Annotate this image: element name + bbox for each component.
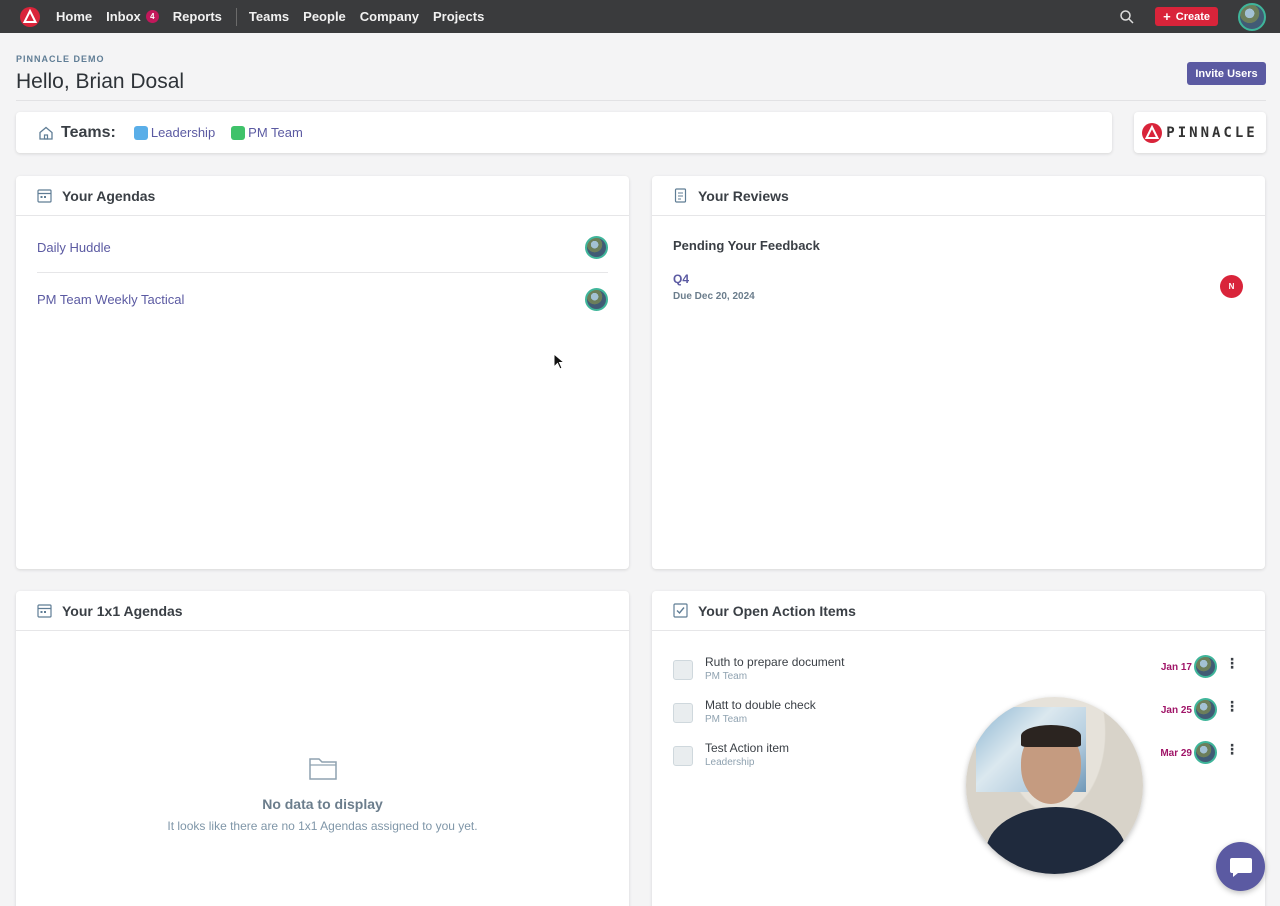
pinnacle-logo-icon[interactable] — [20, 6, 40, 27]
create-button[interactable]: + Create — [1155, 7, 1218, 26]
action-item-team: PM Team — [705, 714, 748, 725]
action-item-title[interactable]: Test Action item — [705, 741, 789, 755]
reviewer-initial-badge: N — [1220, 275, 1243, 298]
card-header: Your 1x1 Agendas — [16, 591, 629, 631]
team-chip-pm-team[interactable]: PM Team — [231, 125, 303, 140]
card-header: Your Open Action Items — [652, 591, 1265, 631]
nav-reports[interactable]: Reports — [173, 9, 222, 24]
search-icon[interactable] — [1119, 9, 1135, 25]
nav-teams[interactable]: Teams — [249, 9, 289, 24]
section-label: Pending Your Feedback — [673, 238, 820, 253]
checkbox-icon — [673, 603, 688, 618]
action-item-row: Test Action item Leadership Mar 29 ⋮ — [673, 741, 1243, 781]
plus-icon: + — [1163, 9, 1171, 24]
teams-bar: Teams: Leadership PM Team — [16, 112, 1112, 153]
avatar — [585, 235, 608, 259]
agenda-row[interactable]: Daily Huddle — [37, 221, 608, 273]
action-items-card: Your Open Action Items Ruth to prepare d… — [652, 591, 1265, 906]
action-item-row: Ruth to prepare document PM Team Jan 17 … — [673, 655, 1243, 695]
home-icon — [39, 126, 53, 140]
card-title: Your 1x1 Agendas — [62, 602, 183, 619]
action-item-due-date: Mar 29 — [1160, 748, 1192, 759]
agenda-row[interactable]: PM Team Weekly Tactical — [37, 273, 608, 325]
avatar — [585, 287, 608, 311]
review-link[interactable]: Q4 — [673, 272, 689, 286]
logo-text: PINNACLE — [1166, 124, 1258, 141]
org-label: PINNACLE DEMO — [16, 54, 105, 64]
inbox-count-badge: 4 — [145, 10, 159, 23]
agenda-link[interactable]: Daily Huddle — [37, 240, 111, 255]
action-item-due-date: Jan 25 — [1160, 705, 1192, 716]
avatar — [1194, 655, 1217, 678]
nav-home[interactable]: Home — [56, 9, 92, 24]
folder-icon — [309, 758, 337, 780]
action-item-title[interactable]: Ruth to prepare document — [705, 655, 844, 669]
pinnacle-logo-icon — [1142, 122, 1163, 143]
chat-launcher-button[interactable] — [1216, 842, 1265, 891]
presenter-hair — [1021, 725, 1081, 747]
action-item-row: Matt to double check PM Team Jan 25 ⋮ — [673, 698, 1243, 738]
teams-label: Teams: — [61, 123, 116, 141]
empty-state-message: It looks like there are no 1x1 Agendas a… — [167, 819, 478, 833]
nav-right: + Create — [1119, 0, 1280, 33]
nav-company[interactable]: Company — [360, 9, 419, 24]
one-on-one-card: Your 1x1 Agendas No data to display It l… — [16, 591, 629, 906]
review-due-date: Due Dec 20, 2024 — [673, 291, 755, 302]
avatar — [1194, 698, 1217, 721]
card-header: Your Agendas — [16, 176, 629, 216]
nav-divider — [235, 7, 237, 26]
team-chip-leadership[interactable]: Leadership — [133, 125, 215, 140]
nav-inbox[interactable]: Inbox 4 — [106, 9, 159, 24]
card-header: Your Reviews — [652, 176, 1265, 216]
agendas-card: Your Agendas Daily Huddle PM Team Weekly… — [16, 176, 629, 569]
avatar — [1194, 741, 1217, 764]
card-title: Your Open Action Items — [698, 602, 856, 619]
action-item-checkbox[interactable] — [673, 703, 693, 723]
calendar-icon — [37, 604, 52, 618]
nav-people[interactable]: People — [303, 9, 346, 24]
calendar-icon — [37, 189, 52, 203]
more-options-icon[interactable]: ⋮ — [1225, 656, 1239, 670]
action-item-checkbox[interactable] — [673, 746, 693, 766]
invite-users-button[interactable]: Invite Users — [1187, 62, 1266, 85]
team-color-swatch — [231, 125, 246, 140]
chat-icon — [1229, 857, 1252, 877]
action-item-team: PM Team — [705, 671, 748, 682]
action-item-due-date: Jan 17 — [1160, 662, 1192, 673]
action-item-team: Leadership — [705, 757, 755, 768]
more-options-icon[interactable]: ⋮ — [1225, 699, 1239, 713]
company-logo: PINNACLE — [1134, 112, 1266, 153]
agenda-link[interactable]: PM Team Weekly Tactical — [37, 292, 184, 307]
user-avatar[interactable] — [1238, 2, 1266, 31]
action-item-title[interactable]: Matt to double check — [705, 698, 816, 712]
top-nav: Home Inbox 4 Reports Teams People Company… — [0, 0, 1280, 33]
header-divider — [16, 100, 1266, 101]
reviews-card: Your Reviews Pending Your Feedback Q4 Du… — [652, 176, 1265, 569]
card-title: Your Agendas — [62, 187, 156, 204]
action-item-checkbox[interactable] — [673, 660, 693, 680]
presenter-body — [986, 807, 1126, 874]
document-icon — [674, 188, 687, 203]
nav-projects[interactable]: Projects — [433, 9, 484, 24]
mouse-cursor-icon — [553, 353, 565, 370]
page-title: Hello, Brian Dosal — [16, 70, 185, 93]
more-options-icon[interactable]: ⋮ — [1225, 742, 1239, 756]
webcam-overlay — [966, 697, 1143, 874]
empty-state-title: No data to display — [262, 796, 383, 812]
team-color-swatch — [133, 125, 148, 140]
card-title: Your Reviews — [698, 187, 789, 204]
